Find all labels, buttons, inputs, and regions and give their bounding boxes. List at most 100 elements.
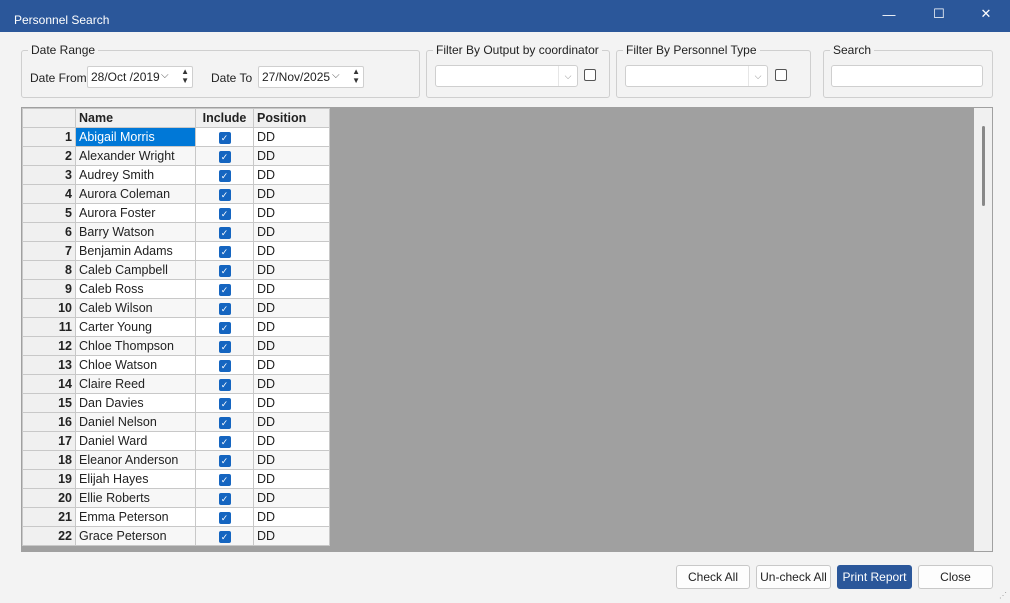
position-cell[interactable]: DD [253, 507, 330, 527]
include-checkbox[interactable]: ✓ [218, 302, 231, 315]
name-cell[interactable]: Chloe Watson [75, 355, 196, 375]
close-button[interactable]: Close [918, 565, 993, 589]
table-row[interactable]: 11 Carter Young ✓ DD [22, 317, 330, 337]
coordinator-filter-checkbox[interactable] [584, 69, 596, 81]
include-checkbox[interactable]: ✓ [218, 131, 231, 144]
position-cell[interactable]: DD [253, 412, 330, 432]
table-row[interactable]: 21 Emma Peterson ✓ DD [22, 507, 330, 527]
include-checkbox[interactable]: ✓ [218, 530, 231, 543]
table-row[interactable]: 6 Barry Watson ✓ DD [22, 222, 330, 242]
name-cell[interactable]: Daniel Ward [75, 431, 196, 451]
uncheck-all-button[interactable]: Un-check All [756, 565, 831, 589]
table-row[interactable]: 15 Dan Davies ✓ DD [22, 393, 330, 413]
position-cell[interactable]: DD [253, 336, 330, 356]
include-checkbox[interactable]: ✓ [218, 245, 231, 258]
name-cell[interactable]: Barry Watson [75, 222, 196, 242]
date-from-picker[interactable]: 28/Oct /2019 ⌵ ▲ ▼ [87, 66, 193, 88]
include-checkbox[interactable]: ✓ [218, 340, 231, 353]
spin-icon[interactable]: ▲ ▼ [352, 67, 360, 85]
include-checkbox[interactable]: ✓ [218, 511, 231, 524]
include-checkbox[interactable]: ✓ [218, 359, 231, 372]
date-to-picker[interactable]: 27/Nov/2025 ⌵ ▲ ▼ [258, 66, 364, 88]
include-checkbox[interactable]: ✓ [218, 321, 231, 334]
position-cell[interactable]: DD [253, 165, 330, 185]
position-cell[interactable]: DD [253, 393, 330, 413]
position-cell[interactable]: DD [253, 241, 330, 261]
table-row[interactable]: 16 Daniel Nelson ✓ DD [22, 412, 330, 432]
chevron-down-icon[interactable]: ⌵ [161, 70, 169, 81]
name-cell[interactable]: Claire Reed [75, 374, 196, 394]
table-row[interactable]: 2 Alexander Wright ✓ DD [22, 146, 330, 166]
position-cell[interactable]: DD [253, 298, 330, 318]
name-cell[interactable]: Chloe Thompson [75, 336, 196, 356]
table-row[interactable]: 19 Elijah Hayes ✓ DD [22, 469, 330, 489]
include-checkbox[interactable]: ✓ [218, 264, 231, 277]
coordinator-select[interactable]: ⌵ [435, 65, 578, 87]
table-row[interactable]: 9 Caleb Ross ✓ DD [22, 279, 330, 299]
position-cell[interactable]: DD [253, 184, 330, 204]
search-input[interactable] [831, 65, 983, 87]
chevron-down-icon[interactable]: ⌵ [558, 66, 577, 86]
vertical-scrollbar[interactable] [974, 108, 992, 551]
name-cell[interactable]: Eleanor Anderson [75, 450, 196, 470]
position-cell[interactable]: DD [253, 469, 330, 489]
name-cell[interactable]: Dan Davies [75, 393, 196, 413]
position-column-header[interactable]: Position [253, 108, 330, 128]
table-row[interactable]: 12 Chloe Thompson ✓ DD [22, 336, 330, 356]
name-cell[interactable]: Aurora Foster [75, 203, 196, 223]
include-checkbox[interactable]: ✓ [218, 454, 231, 467]
include-checkbox[interactable]: ✓ [218, 397, 231, 410]
include-checkbox[interactable]: ✓ [218, 207, 231, 220]
position-cell[interactable]: DD [253, 260, 330, 280]
table-row[interactable]: 20 Ellie Roberts ✓ DD [22, 488, 330, 508]
resize-grip-icon[interactable]: ⋰ [999, 591, 1007, 600]
name-cell[interactable]: Daniel Nelson [75, 412, 196, 432]
position-cell[interactable]: DD [253, 279, 330, 299]
position-cell[interactable]: DD [253, 374, 330, 394]
name-cell[interactable]: Aurora Coleman [75, 184, 196, 204]
include-checkbox[interactable]: ✓ [218, 150, 231, 163]
maximize-button[interactable]: ☐ [916, 0, 962, 28]
include-checkbox[interactable]: ✓ [218, 378, 231, 391]
position-cell[interactable]: DD [253, 355, 330, 375]
name-cell[interactable]: Abigail Morris [75, 127, 196, 147]
include-checkbox[interactable]: ✓ [218, 435, 231, 448]
print-report-button[interactable]: Print Report [837, 565, 912, 589]
name-cell[interactable]: Grace Peterson [75, 526, 196, 546]
include-checkbox[interactable]: ✓ [218, 226, 231, 239]
table-row[interactable]: 22 Grace Peterson ✓ DD [22, 526, 330, 546]
table-row[interactable]: 10 Caleb Wilson ✓ DD [22, 298, 330, 318]
include-checkbox[interactable]: ✓ [218, 473, 231, 486]
table-row[interactable]: 3 Audrey Smith ✓ DD [22, 165, 330, 185]
table-row[interactable]: 1 Abigail Morris ✓ DD [22, 127, 330, 147]
name-cell[interactable]: Audrey Smith [75, 165, 196, 185]
include-checkbox[interactable]: ✓ [218, 188, 231, 201]
name-cell[interactable]: Emma Peterson [75, 507, 196, 527]
scrollbar-thumb[interactable] [982, 126, 985, 206]
name-cell[interactable]: Alexander Wright [75, 146, 196, 166]
position-cell[interactable]: DD [253, 526, 330, 546]
personnel-type-select[interactable]: ⌵ [625, 65, 768, 87]
chevron-down-icon[interactable]: ⌵ [332, 70, 340, 81]
close-window-button[interactable]: ✕ [963, 0, 1009, 28]
position-cell[interactable]: DD [253, 146, 330, 166]
name-cell[interactable]: Caleb Campbell [75, 260, 196, 280]
check-all-button[interactable]: Check All [676, 565, 750, 589]
table-row[interactable]: 13 Chloe Watson ✓ DD [22, 355, 330, 375]
table-row[interactable]: 4 Aurora Coleman ✓ DD [22, 184, 330, 204]
position-cell[interactable]: DD [253, 431, 330, 451]
position-cell[interactable]: DD [253, 222, 330, 242]
include-checkbox[interactable]: ✓ [218, 169, 231, 182]
position-cell[interactable]: DD [253, 203, 330, 223]
name-cell[interactable]: Carter Young [75, 317, 196, 337]
include-column-header[interactable]: Include [195, 108, 254, 128]
spin-icon[interactable]: ▲ ▼ [181, 67, 189, 85]
minimize-button[interactable]: — [866, 0, 912, 28]
position-cell[interactable]: DD [253, 317, 330, 337]
position-cell[interactable]: DD [253, 488, 330, 508]
name-cell[interactable]: Caleb Ross [75, 279, 196, 299]
name-cell[interactable]: Elijah Hayes [75, 469, 196, 489]
personnel-grid[interactable]: Name Include Position 1 Abigail Morris ✓ DD… [21, 107, 993, 552]
include-checkbox[interactable]: ✓ [218, 283, 231, 296]
name-cell[interactable]: Ellie Roberts [75, 488, 196, 508]
